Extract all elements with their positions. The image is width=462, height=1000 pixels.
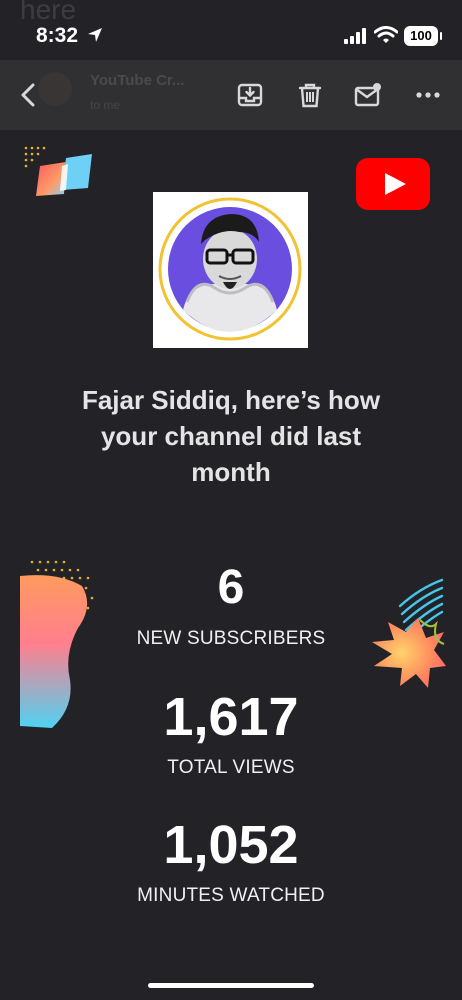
channel-avatar bbox=[153, 192, 308, 348]
youtube-logo-icon bbox=[356, 158, 430, 210]
home-indicator[interactable] bbox=[148, 983, 314, 988]
trash-icon[interactable] bbox=[296, 81, 324, 109]
signal-icon bbox=[344, 28, 366, 44]
stat-label-subscribers: NEW SUBSCRIBERS bbox=[136, 628, 326, 649]
more-icon[interactable] bbox=[414, 81, 442, 109]
mark-unread-icon[interactable] bbox=[354, 81, 382, 109]
stat-value-minutes: 1,052 bbox=[163, 815, 299, 875]
stat-value-subscribers: 6 bbox=[217, 561, 245, 614]
stat-label-minutes: MINUTES WATCHED bbox=[137, 885, 325, 906]
sender-recipient: to me bbox=[90, 98, 121, 112]
sender-name[interactable]: YouTube Cr... bbox=[90, 72, 184, 89]
battery-indicator: 100 bbox=[404, 26, 442, 46]
email-headline: Fajar Siddiq, here’s how your channel di… bbox=[81, 385, 381, 487]
email-body: Fajar Siddiq, here’s how your channel di… bbox=[0, 130, 462, 1000]
status-bar: 8:32 100 bbox=[0, 0, 462, 60]
stat-label-views: TOTAL VIEWS bbox=[167, 757, 295, 778]
location-arrow-icon bbox=[88, 28, 102, 42]
wifi-icon bbox=[374, 26, 398, 43]
decorative-shapes bbox=[24, 146, 92, 196]
archive-icon[interactable] bbox=[236, 81, 264, 109]
back-chevron-icon[interactable] bbox=[14, 80, 44, 110]
stat-value-views: 1,617 bbox=[163, 687, 299, 747]
email-toolbar: YouTube Cr... to me bbox=[0, 60, 462, 130]
status-time: 8:32 bbox=[36, 24, 79, 47]
